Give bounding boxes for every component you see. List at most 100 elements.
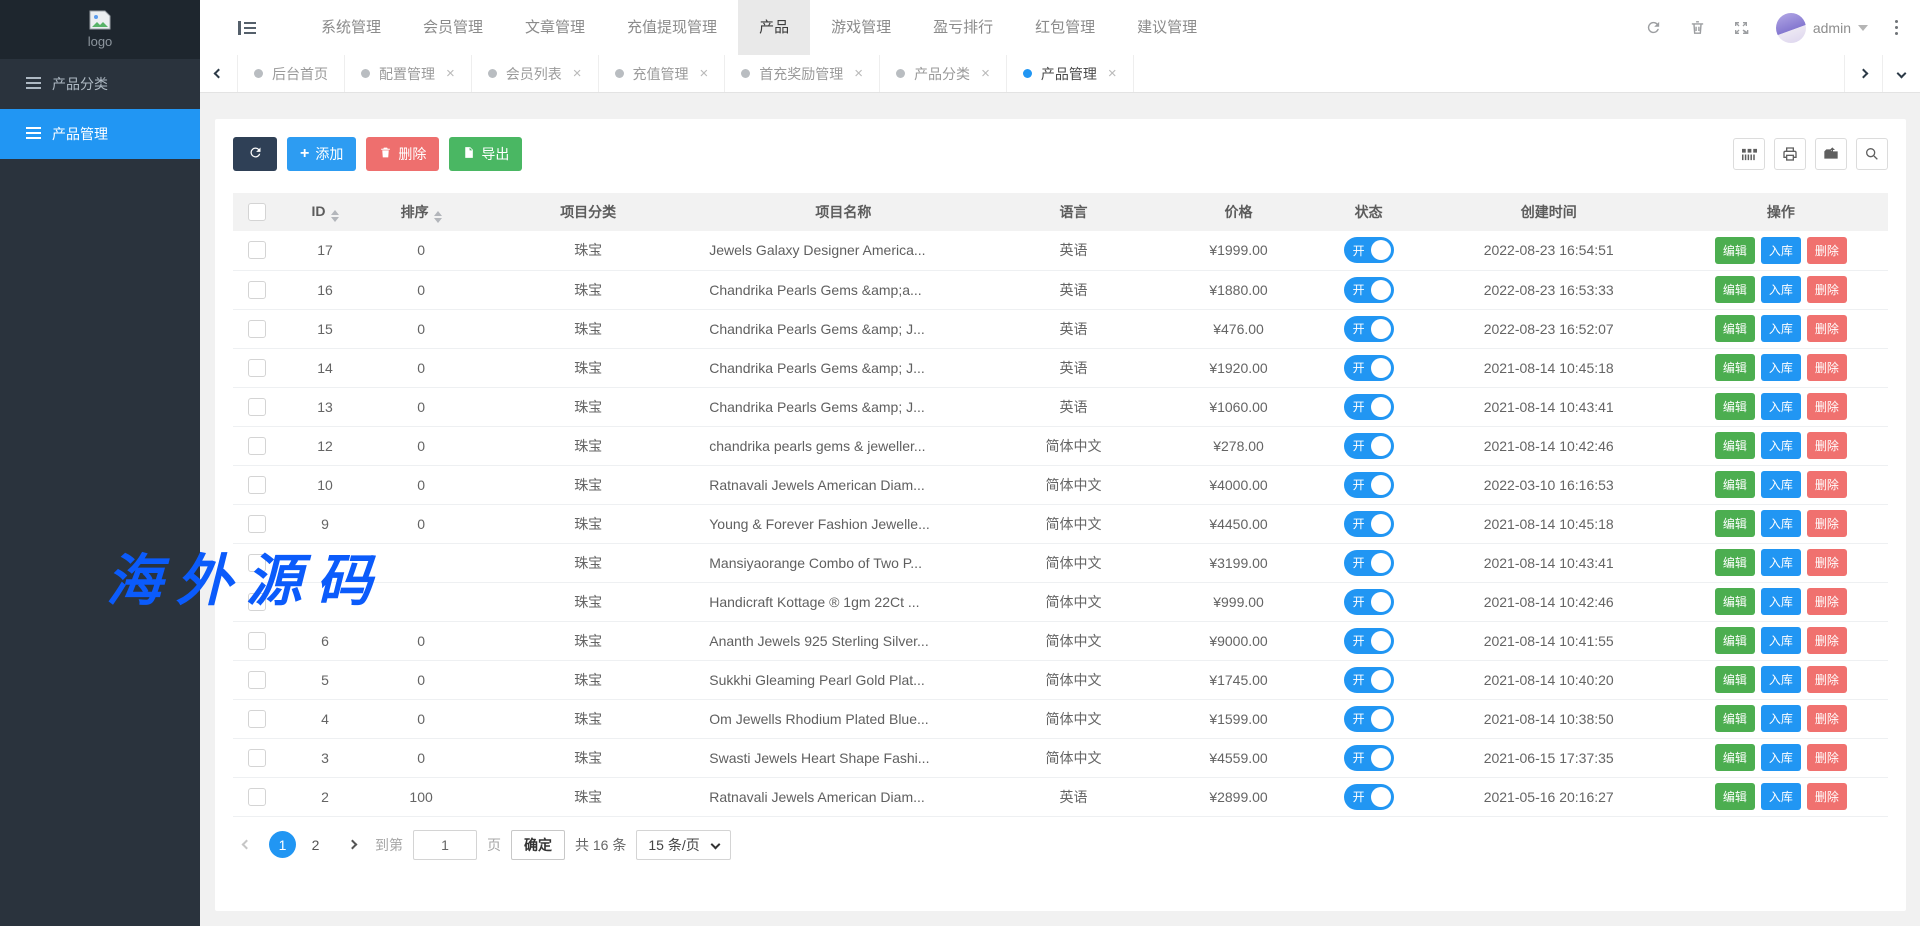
navbar-item-2[interactable]: 文章管理 xyxy=(504,0,606,55)
edit-button[interactable]: 编辑 xyxy=(1715,666,1755,693)
stock-in-button[interactable]: 入库 xyxy=(1761,549,1801,576)
close-icon[interactable]: × xyxy=(573,65,582,82)
tab-1[interactable]: 配置管理× xyxy=(345,55,472,92)
trash-icon[interactable] xyxy=(1689,19,1706,36)
row-checkbox[interactable] xyxy=(248,281,266,299)
status-toggle[interactable]: 开 xyxy=(1344,706,1394,732)
status-toggle[interactable]: 开 xyxy=(1344,355,1394,381)
delete-row-button[interactable]: 删除 xyxy=(1807,549,1847,576)
row-checkbox[interactable] xyxy=(248,476,266,494)
delete-row-button[interactable]: 删除 xyxy=(1807,510,1847,537)
row-checkbox[interactable] xyxy=(248,671,266,689)
status-toggle[interactable]: 开 xyxy=(1344,550,1394,576)
menu-toggle-icon[interactable] xyxy=(238,21,256,35)
edit-button[interactable]: 编辑 xyxy=(1715,237,1755,264)
edit-button[interactable]: 编辑 xyxy=(1715,510,1755,537)
row-checkbox[interactable] xyxy=(248,593,266,611)
delete-row-button[interactable]: 删除 xyxy=(1807,783,1847,810)
page-button-1[interactable]: 1 xyxy=(269,831,296,858)
status-toggle[interactable]: 开 xyxy=(1344,394,1394,420)
navbar-item-1[interactable]: 会员管理 xyxy=(402,0,504,55)
edit-button[interactable]: 编辑 xyxy=(1715,393,1755,420)
status-toggle[interactable]: 开 xyxy=(1344,433,1394,459)
delete-row-button[interactable]: 删除 xyxy=(1807,393,1847,420)
edit-button[interactable]: 编辑 xyxy=(1715,471,1755,498)
row-checkbox[interactable] xyxy=(248,359,266,377)
add-button[interactable]: + 添加 xyxy=(287,137,356,171)
select-all-checkbox[interactable] xyxy=(248,203,266,221)
navbar-item-0[interactable]: 系统管理 xyxy=(300,0,402,55)
page-button-2[interactable]: 2 xyxy=(302,831,329,858)
tab-4[interactable]: 首充奖励管理× xyxy=(725,55,880,92)
refresh-icon[interactable] xyxy=(1645,19,1662,36)
column-header-0[interactable]: ID xyxy=(281,193,369,231)
goto-page-input[interactable] xyxy=(413,830,477,860)
edit-button[interactable]: 编辑 xyxy=(1715,627,1755,654)
row-checkbox[interactable] xyxy=(248,749,266,767)
row-checkbox[interactable] xyxy=(248,554,266,572)
navbar-item-5[interactable]: 游戏管理 xyxy=(810,0,912,55)
stock-in-button[interactable]: 入库 xyxy=(1761,432,1801,459)
close-icon[interactable]: × xyxy=(981,65,990,82)
edit-button[interactable]: 编辑 xyxy=(1715,315,1755,342)
sort-icon[interactable] xyxy=(434,211,442,223)
sidebar-item-1[interactable]: 产品管理 xyxy=(0,109,200,159)
close-icon[interactable]: × xyxy=(700,65,709,82)
row-checkbox[interactable] xyxy=(248,320,266,338)
row-checkbox[interactable] xyxy=(248,632,266,650)
delete-row-button[interactable]: 删除 xyxy=(1807,315,1847,342)
delete-row-button[interactable]: 删除 xyxy=(1807,471,1847,498)
edit-button[interactable]: 编辑 xyxy=(1715,432,1755,459)
status-toggle[interactable]: 开 xyxy=(1344,589,1394,615)
row-checkbox[interactable] xyxy=(248,437,266,455)
status-toggle[interactable]: 开 xyxy=(1344,745,1394,771)
status-toggle[interactable]: 开 xyxy=(1344,316,1394,342)
status-toggle[interactable]: 开 xyxy=(1344,628,1394,654)
stock-in-button[interactable]: 入库 xyxy=(1761,588,1801,615)
delete-row-button[interactable]: 删除 xyxy=(1807,588,1847,615)
export-file-button[interactable] xyxy=(1815,138,1847,170)
delete-row-button[interactable]: 删除 xyxy=(1807,276,1847,303)
edit-button[interactable]: 编辑 xyxy=(1715,783,1755,810)
more-menu-icon[interactable] xyxy=(1895,20,1898,35)
edit-button[interactable]: 编辑 xyxy=(1715,588,1755,615)
edit-button[interactable]: 编辑 xyxy=(1715,705,1755,732)
sort-icon[interactable] xyxy=(331,210,339,222)
stock-in-button[interactable]: 入库 xyxy=(1761,276,1801,303)
status-toggle[interactable]: 开 xyxy=(1344,472,1394,498)
close-icon[interactable]: × xyxy=(446,65,455,82)
navbar-item-8[interactable]: 建议管理 xyxy=(1116,0,1218,55)
tab-6[interactable]: 产品管理× xyxy=(1007,55,1134,92)
delete-row-button[interactable]: 删除 xyxy=(1807,432,1847,459)
stock-in-button[interactable]: 入库 xyxy=(1761,744,1801,771)
stock-in-button[interactable]: 入库 xyxy=(1761,666,1801,693)
close-icon[interactable]: × xyxy=(854,65,863,82)
tabs-scroll-left-button[interactable] xyxy=(200,55,238,92)
navbar-item-4[interactable]: 产品 xyxy=(738,0,810,55)
status-toggle[interactable]: 开 xyxy=(1344,237,1394,263)
columns-button[interactable] xyxy=(1733,138,1765,170)
delete-row-button[interactable]: 删除 xyxy=(1807,627,1847,654)
stock-in-button[interactable]: 入库 xyxy=(1761,315,1801,342)
tab-2[interactable]: 会员列表× xyxy=(472,55,599,92)
stock-in-button[interactable]: 入库 xyxy=(1761,237,1801,264)
edit-button[interactable]: 编辑 xyxy=(1715,354,1755,381)
prev-page-button[interactable] xyxy=(233,832,259,858)
delete-row-button[interactable]: 删除 xyxy=(1807,354,1847,381)
delete-row-button[interactable]: 删除 xyxy=(1807,705,1847,732)
status-toggle[interactable]: 开 xyxy=(1344,784,1394,810)
delete-button[interactable]: 删除 xyxy=(366,137,439,171)
tab-3[interactable]: 充值管理× xyxy=(599,55,726,92)
status-toggle[interactable]: 开 xyxy=(1344,667,1394,693)
navbar-item-6[interactable]: 盈亏排行 xyxy=(912,0,1014,55)
stock-in-button[interactable]: 入库 xyxy=(1761,471,1801,498)
edit-button[interactable]: 编辑 xyxy=(1715,549,1755,576)
delete-row-button[interactable]: 删除 xyxy=(1807,237,1847,264)
tabs-scroll-right-button[interactable] xyxy=(1844,55,1882,92)
tab-5[interactable]: 产品分类× xyxy=(880,55,1007,92)
row-checkbox[interactable] xyxy=(248,241,266,259)
stock-in-button[interactable]: 入库 xyxy=(1761,510,1801,537)
row-checkbox[interactable] xyxy=(248,398,266,416)
row-checkbox[interactable] xyxy=(248,788,266,806)
row-checkbox[interactable] xyxy=(248,515,266,533)
